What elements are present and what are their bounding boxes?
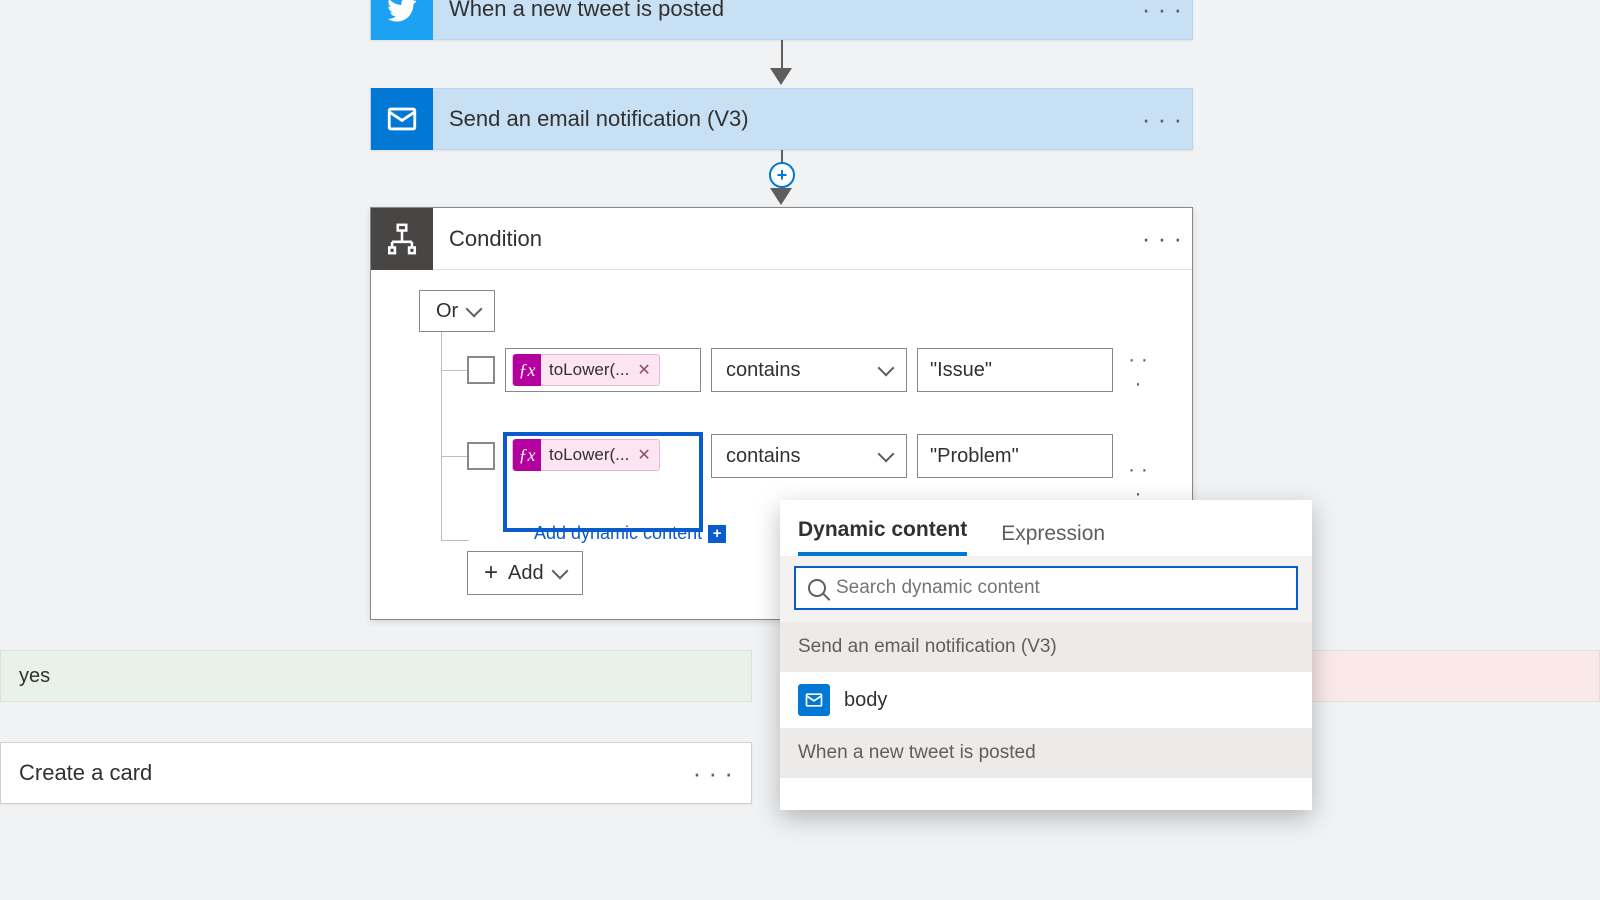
plus-icon: + [708, 525, 726, 543]
search-icon [808, 579, 826, 597]
yes-branch-label: yes [19, 665, 50, 688]
row-more-icon[interactable]: · · · [1123, 348, 1153, 396]
flyout-item-body[interactable]: body [780, 672, 1312, 728]
fx-icon: ƒx [513, 354, 541, 386]
right-value-input[interactable] [917, 434, 1113, 478]
add-row-label: Add [508, 562, 544, 585]
tree-line [441, 540, 469, 541]
operator-select[interactable]: contains [711, 348, 907, 392]
expression-token-label: toLower(... [549, 445, 629, 465]
condition-row: ƒx toLower(... ✕ contains · · · [467, 348, 1153, 396]
group-operator-label: Or [436, 300, 458, 323]
tree-line [441, 456, 469, 457]
flyout-group-header: When a new tweet is posted [780, 728, 1312, 778]
flyout-list[interactable]: Send an email notification (V3) body Whe… [780, 622, 1312, 810]
expression-token-label: toLower(... [549, 360, 629, 380]
tree-line [441, 332, 442, 540]
tree-line [441, 370, 469, 371]
row-more-icon[interactable]: · · · [1123, 458, 1153, 506]
row-checkbox[interactable] [467, 356, 495, 384]
create-card-action[interactable]: Create a card · · · [0, 742, 752, 804]
condition-header[interactable]: Condition · · · [371, 208, 1192, 270]
expression-token[interactable]: ƒx toLower(... ✕ [512, 354, 660, 386]
action-more-icon[interactable]: · · · [693, 758, 733, 789]
plus-icon: + [484, 561, 498, 585]
group-operator-select[interactable]: Or [419, 290, 495, 332]
left-value-field[interactable]: ƒx toLower(... ✕ [505, 434, 701, 530]
operator-label: contains [726, 445, 801, 468]
twitter-icon [371, 0, 433, 40]
email-more-icon[interactable]: · · · [1132, 104, 1192, 135]
flyout-item-label: body [844, 689, 887, 712]
operator-select[interactable]: contains [711, 434, 907, 478]
dynamic-content-flyout: Dynamic content Expression Send an email… [780, 500, 1312, 810]
flow-canvas: When a new tweet is posted · · · Send an… [0, 0, 1600, 900]
trigger-more-icon[interactable]: · · · [1132, 0, 1192, 25]
connector-line [781, 40, 783, 70]
trigger-card[interactable]: When a new tweet is posted · · · [370, 0, 1193, 40]
right-value-input[interactable] [917, 348, 1113, 392]
flyout-search-wrap [780, 556, 1312, 622]
chevron-down-icon [878, 446, 895, 463]
condition-icon [371, 208, 433, 270]
tab-expression[interactable]: Expression [1001, 522, 1105, 556]
flyout-tabs: Dynamic content Expression [780, 500, 1312, 556]
email-action-card[interactable]: Send an email notification (V3) · · · [370, 88, 1193, 150]
condition-title: Condition [433, 226, 1132, 252]
expression-token[interactable]: ƒx toLower(... ✕ [512, 439, 660, 471]
flyout-group-header: Send an email notification (V3) [780, 622, 1312, 672]
add-row-button[interactable]: + Add [467, 551, 583, 595]
insert-step-button[interactable]: + [769, 162, 795, 188]
flyout-search[interactable] [794, 566, 1298, 610]
row-checkbox[interactable] [467, 442, 495, 470]
left-value-field[interactable]: ƒx toLower(... ✕ [505, 348, 701, 392]
condition-more-icon[interactable]: · · · [1132, 223, 1192, 254]
tab-dynamic-content[interactable]: Dynamic content [798, 518, 967, 556]
operator-label: contains [726, 359, 801, 382]
add-dynamic-content-link[interactable]: Add dynamic content + [534, 523, 726, 544]
search-input[interactable] [836, 577, 1284, 599]
mail-icon [798, 684, 830, 716]
email-action-title: Send an email notification (V3) [433, 106, 1132, 132]
create-card-label: Create a card [19, 760, 152, 786]
trigger-title: When a new tweet is posted [433, 0, 1132, 22]
fx-icon: ƒx [513, 439, 541, 471]
chevron-down-icon [878, 360, 895, 377]
yes-branch-header[interactable]: yes [0, 650, 752, 702]
remove-token-icon[interactable]: ✕ [637, 360, 650, 380]
chevron-down-icon [551, 563, 568, 580]
chevron-down-icon [466, 301, 483, 318]
arrow-down-icon [770, 188, 792, 205]
remove-token-icon[interactable]: ✕ [637, 445, 650, 465]
arrow-down-icon [770, 68, 792, 85]
mail-icon [371, 88, 433, 150]
add-dynamic-content-label: Add dynamic content [534, 523, 702, 544]
